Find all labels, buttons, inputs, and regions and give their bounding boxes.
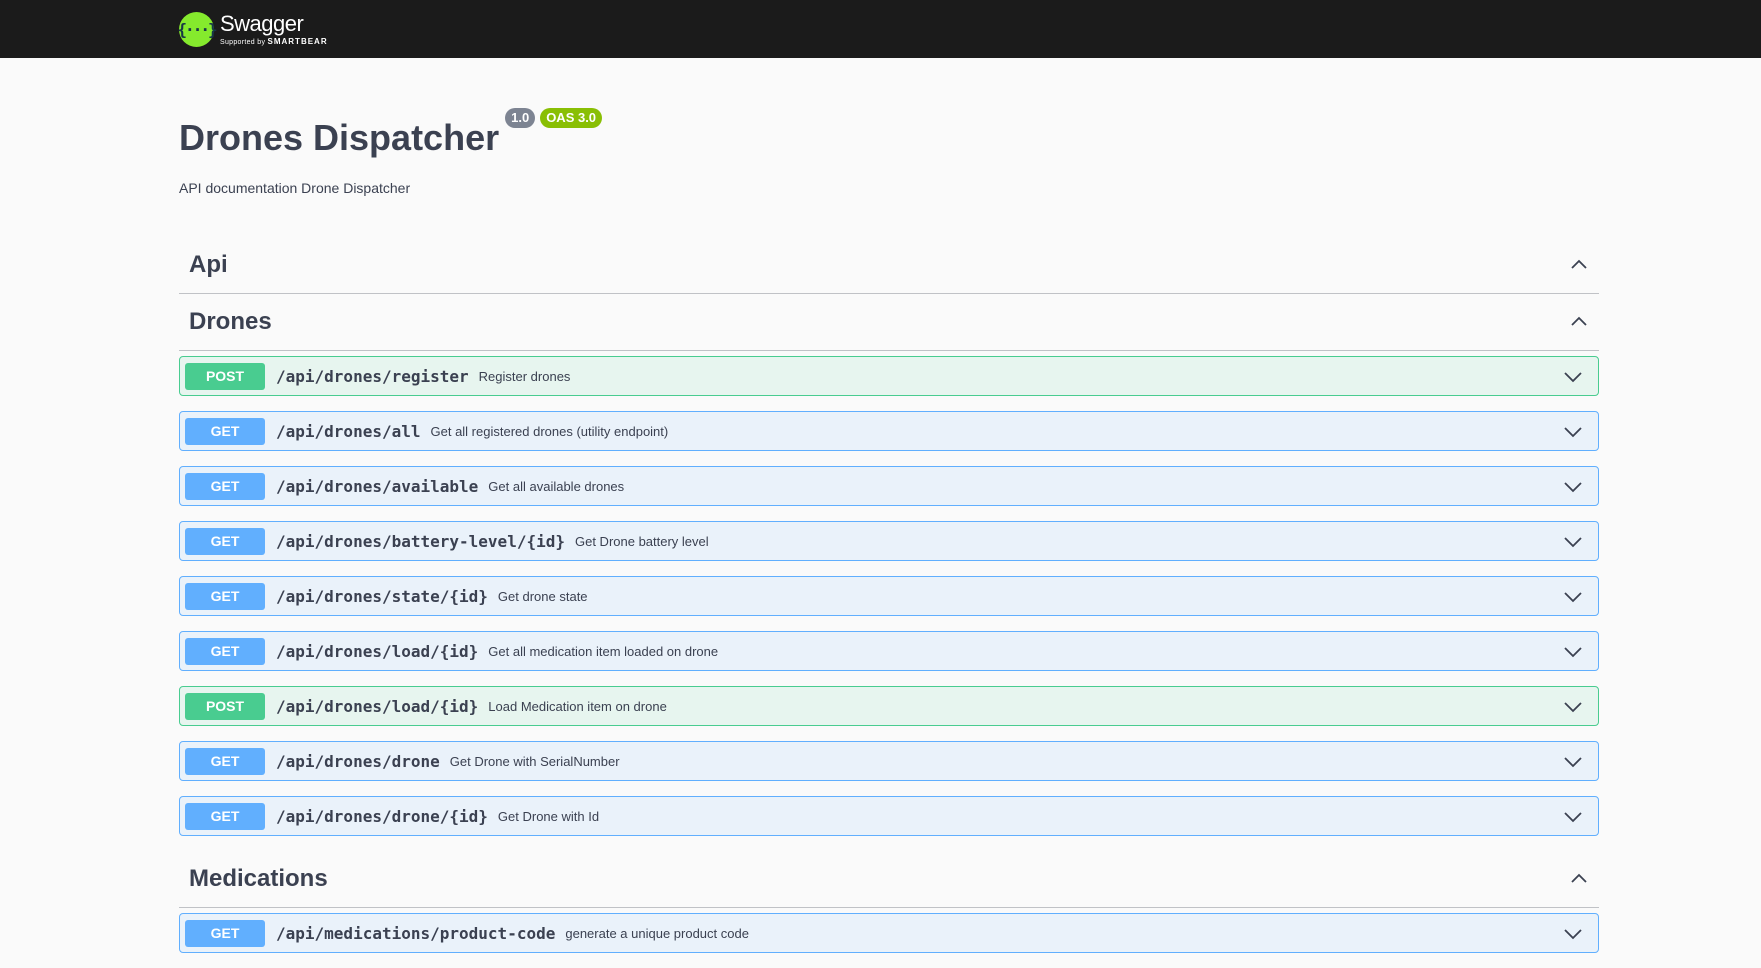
brand-name: Swagger [220,10,304,36]
supported-by-label: Supported by [220,38,266,46]
method-badge: GET [185,919,265,947]
supported-by: Supported by SMARTBEAR [220,36,328,46]
operations-list: GET /api/medications/product-code genera… [179,908,1599,953]
endpoint-summary: Get all medication item loaded on drone [488,643,719,659]
chevron-down-icon[interactable] [1563,421,1583,441]
endpoint-summary: Get all registered drones (utility endpo… [430,423,669,439]
endpoint-path: /api/drones/drone/{id} [276,806,488,826]
endpoint-summary: Get Drone with SerialNumber [449,753,620,769]
operation-row[interactable]: GET /api/drones/available Get all availa… [179,466,1599,506]
company-name: SMARTBEAR [267,36,328,46]
operation-row[interactable]: GET /api/drones/all Get all registered d… [179,411,1599,451]
method-badge: GET [185,417,265,445]
method-badge: GET [185,747,265,775]
method-badge: POST [185,362,265,390]
topbar: {···} Swagger Supported by SMARTBEAR [0,0,1761,58]
tag-name: Medications [189,865,328,892]
method-badge: GET [185,527,265,555]
endpoint-path: /api/drones/load/{id} [276,641,479,661]
operations-list: POST /api/drones/register Register drone… [179,351,1599,836]
chevron-down-icon[interactable] [1563,696,1583,716]
swagger-logo-icon: {···} [177,11,218,47]
oas-badge: OAS 3.0 [540,108,603,128]
method-badge: GET [185,582,265,610]
tag-section: Medications GET /api/medications/product… [179,851,1599,953]
tag-header[interactable]: Drones [179,294,1599,351]
chevron-down-icon[interactable] [1563,531,1583,551]
endpoint-summary: Get Drone battery level [574,533,709,549]
operation-row[interactable]: POST /api/drones/load/{id} Load Medicati… [179,686,1599,726]
tag-header[interactable]: Medications [179,851,1599,908]
endpoint-summary: Get all available drones [488,478,625,494]
operation-row[interactable]: GET /api/drones/battery-level/{id} Get D… [179,521,1599,561]
chevron-up-icon[interactable] [1569,255,1589,275]
operation-row[interactable]: GET /api/drones/drone Get Drone with Ser… [179,741,1599,781]
operation-row[interactable]: GET /api/drones/load/{id} Get all medica… [179,631,1599,671]
endpoint-summary: Get Drone with Id [497,808,600,824]
endpoint-path: /api/medications/product-code [276,923,556,943]
endpoint-summary: Load Medication item on drone [488,698,667,714]
chevron-down-icon[interactable] [1563,586,1583,606]
tag-list: Api Drones POST /api/drones/register Reg… [179,237,1599,953]
operation-row[interactable]: GET /api/drones/state/{id} Get drone sta… [179,576,1599,616]
tag-section: Api [179,237,1599,294]
endpoint-path: /api/drones/all [276,421,421,441]
method-badge: POST [185,692,265,720]
chevron-up-icon[interactable] [1569,312,1589,332]
endpoint-path: /api/drones/load/{id} [276,696,479,716]
endpoint-summary: generate a unique product code [565,925,749,941]
api-info: Drones Dispatcher 1.0 OAS 3.0 API docume… [179,58,1599,196]
tag-name: Drones [189,308,272,335]
tag-section: Drones POST /api/drones/register Registe… [179,294,1599,836]
operation-row[interactable]: POST /api/drones/register Register drone… [179,356,1599,396]
chevron-down-icon[interactable] [1563,641,1583,661]
page-title: Drones Dispatcher [179,117,500,158]
chevron-down-icon[interactable] [1563,476,1583,496]
tag-name: Api [189,251,228,278]
logo-text: Swagger Supported by SMARTBEAR [220,10,328,46]
chevron-down-icon[interactable] [1563,751,1583,771]
logo-glyph: {···} [177,19,217,39]
tag-header[interactable]: Api [179,237,1599,294]
swagger-logo[interactable]: {···} Swagger Supported by SMARTBEAR [177,10,328,47]
chevron-down-icon[interactable] [1563,366,1583,386]
operation-row[interactable]: GET /api/medications/product-code genera… [179,913,1599,953]
title-row: Drones Dispatcher 1.0 OAS 3.0 [179,108,1599,156]
swagger-ui-main: Drones Dispatcher 1.0 OAS 3.0 API docume… [179,58,1599,968]
method-badge: GET [185,802,265,830]
version-badge: 1.0 [505,108,536,128]
endpoint-path: /api/drones/drone [276,751,440,771]
endpoint-path: /api/drones/register [276,366,469,386]
method-badge: GET [185,472,265,500]
method-badge: GET [185,637,265,665]
endpoint-summary: Get drone state [497,588,588,604]
chevron-down-icon[interactable] [1563,806,1583,826]
endpoint-path: /api/drones/battery-level/{id} [276,531,565,551]
chevron-down-icon[interactable] [1563,923,1583,943]
chevron-up-icon[interactable] [1569,869,1589,889]
operation-row[interactable]: GET /api/drones/drone/{id} Get Drone wit… [179,796,1599,836]
endpoint-path: /api/drones/state/{id} [276,586,488,606]
endpoint-path: /api/drones/available [276,476,479,496]
endpoint-summary: Register drones [478,368,571,384]
api-description: API documentation Drone Dispatcher [179,180,411,196]
